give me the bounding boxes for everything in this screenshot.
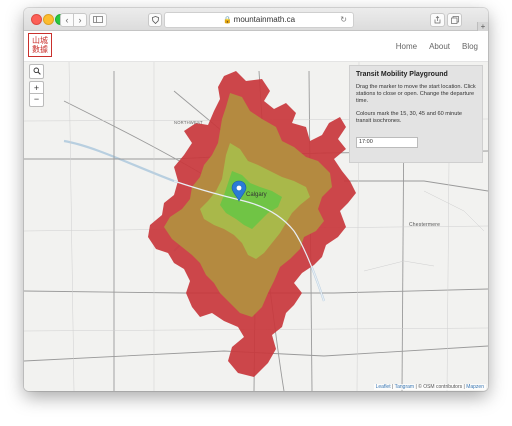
tabs-icon[interactable]	[447, 13, 462, 27]
address-bar[interactable]: 🔒 mountainmath.ca ↻	[164, 12, 354, 28]
panel-title: Transit Mobility Playground	[356, 71, 448, 78]
sidebar-icon[interactable]	[89, 13, 107, 27]
browser-titlebar: ‹ › 🔒 mountainmath.ca ↻ +	[24, 8, 488, 31]
search-icon	[33, 67, 41, 75]
map-search-button[interactable]	[29, 64, 44, 79]
browser-window: ‹ › 🔒 mountainmath.ca ↻ + NORTHWEST Calg…	[24, 8, 488, 391]
control-panel: Transit Mobility Playground Drag the mar…	[349, 65, 483, 163]
nav-about-link[interactable]: About	[429, 42, 450, 51]
forward-icon[interactable]: ›	[73, 13, 87, 27]
nav-blog-link[interactable]: Blog	[462, 42, 478, 51]
shield-icon[interactable]	[148, 13, 162, 27]
logo-text: 山城數據	[32, 36, 48, 54]
map-label-northwest: NORTHWEST	[174, 120, 203, 125]
leaflet-link[interactable]: Leaflet	[376, 384, 391, 390]
share-icon[interactable]	[430, 13, 445, 27]
url-text: mountainmath.ca	[233, 15, 296, 24]
mapzen-link[interactable]: Mapzen	[466, 384, 484, 390]
map-attribution: Leaflet | Tangram | © OSM contributors |…	[373, 384, 486, 390]
tangram-link[interactable]: Tangram	[395, 384, 414, 390]
site-header: 山城數據 Home About Blog	[24, 31, 488, 62]
site-nav: Home About Blog	[396, 31, 478, 61]
panel-instructions: Drag the marker to move the start locati…	[356, 84, 476, 105]
page-content: NORTHWEST Calgary Chestermere 山城數據 Home …	[24, 31, 488, 391]
new-tab-icon[interactable]: +	[477, 22, 488, 31]
close-window-button[interactable]	[31, 14, 42, 25]
site-logo[interactable]: 山城數據	[28, 33, 52, 57]
map-label-city: Calgary	[246, 192, 267, 198]
departure-time-input[interactable]	[356, 136, 418, 148]
panel-legend-text: Colours mark the 15, 30, 45 and 60 minut…	[356, 110, 463, 124]
reload-icon[interactable]: ↻	[340, 13, 347, 27]
minimize-window-button[interactable]	[43, 14, 54, 25]
nav-home-link[interactable]: Home	[396, 42, 417, 51]
attribution-osm: | © OSM contributors |	[414, 384, 467, 390]
lock-icon: 🔒	[222, 17, 232, 24]
back-icon[interactable]: ‹	[60, 13, 74, 27]
map-label-chestermere: Chestermere	[409, 222, 441, 228]
zoom-out-button[interactable]: −	[29, 93, 44, 107]
